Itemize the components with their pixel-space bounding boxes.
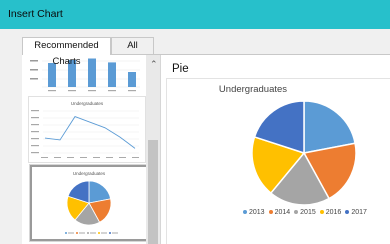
thumb-legend-label-2016 [101, 232, 107, 234]
line-thumbnail-title: Undergraduates [71, 101, 104, 106]
bar-chart-thumbnail-graphic [30, 58, 140, 92]
bar-thumbnail-bar [108, 62, 116, 87]
thumb-legend-swatch-2014 [76, 232, 78, 234]
thumb-legend-label-2017 [112, 232, 118, 234]
legend-swatch-2016 [319, 210, 324, 214]
thumb-legend-swatch-2017 [109, 232, 111, 234]
pie-thumbnail-title: Undergraduates [73, 171, 106, 176]
thumb-legend-label-2014 [79, 232, 85, 234]
legend-entry-2015: 2015 [294, 209, 316, 216]
legend-entry-2013: 2013 [243, 209, 265, 216]
legend-label-2014: 2014 [274, 208, 291, 216]
scroll-up-icon[interactable]: ⌃ [150, 59, 158, 70]
pie-chart-thumbnail-graphic: Undergraduates [65, 171, 118, 234]
title-bar: Insert Chart [0, 0, 390, 29]
thumb-legend-swatch-2013 [65, 232, 67, 234]
legend-entry-2016: 2016 [319, 208, 342, 216]
legend-swatch-2017 [345, 210, 350, 214]
thumb-legend-label-2013 [68, 232, 74, 234]
chart-legend: 2013 2014 2015 2016 2017 [243, 206, 367, 218]
bar-thumbnail-bar [128, 72, 136, 87]
thumb-legend-swatch-2015 [87, 232, 89, 234]
legend-entry-2014: 2014 [268, 208, 291, 216]
thumb-legend-label-2015 [90, 232, 96, 234]
tab-all-charts[interactable]: All Charts [111, 37, 154, 67]
pie-chart-thumbnail-selected[interactable]: Undergraduates [29, 164, 149, 242]
legend-entry-2017: 2017 [345, 209, 367, 216]
scrollbar-thumb[interactable] [148, 140, 158, 244]
legend-label-2013: 2013 [249, 208, 265, 216]
panel-divider [160, 55, 161, 244]
bar-thumbnail-bar [88, 58, 96, 87]
legend-swatch-2015 [294, 210, 299, 214]
legend-swatch-2014 [268, 210, 273, 214]
line-thumbnail-series [44, 116, 136, 149]
window-title: Insert Chart [8, 8, 63, 20]
bar-chart-thumbnail[interactable] [28, 55, 146, 93]
legend-label-2015: 2015 [300, 208, 316, 216]
legend-label-2016: 2016 [325, 208, 342, 216]
legend-label-2017: 2017 [351, 208, 367, 216]
chart-type-heading: Pie [172, 63, 189, 75]
tab-recommended-charts[interactable]: Recommended Charts [22, 37, 111, 67]
line-chart-thumbnail-graphic: Undergraduates [31, 101, 139, 158]
pie-chart [251, 100, 357, 206]
thumb-legend-swatch-2016 [98, 232, 100, 234]
chart-title: Undergraduates [218, 84, 288, 95]
line-chart-thumbnail[interactable]: Undergraduates [28, 96, 146, 163]
legend-swatch-2013 [243, 210, 247, 214]
